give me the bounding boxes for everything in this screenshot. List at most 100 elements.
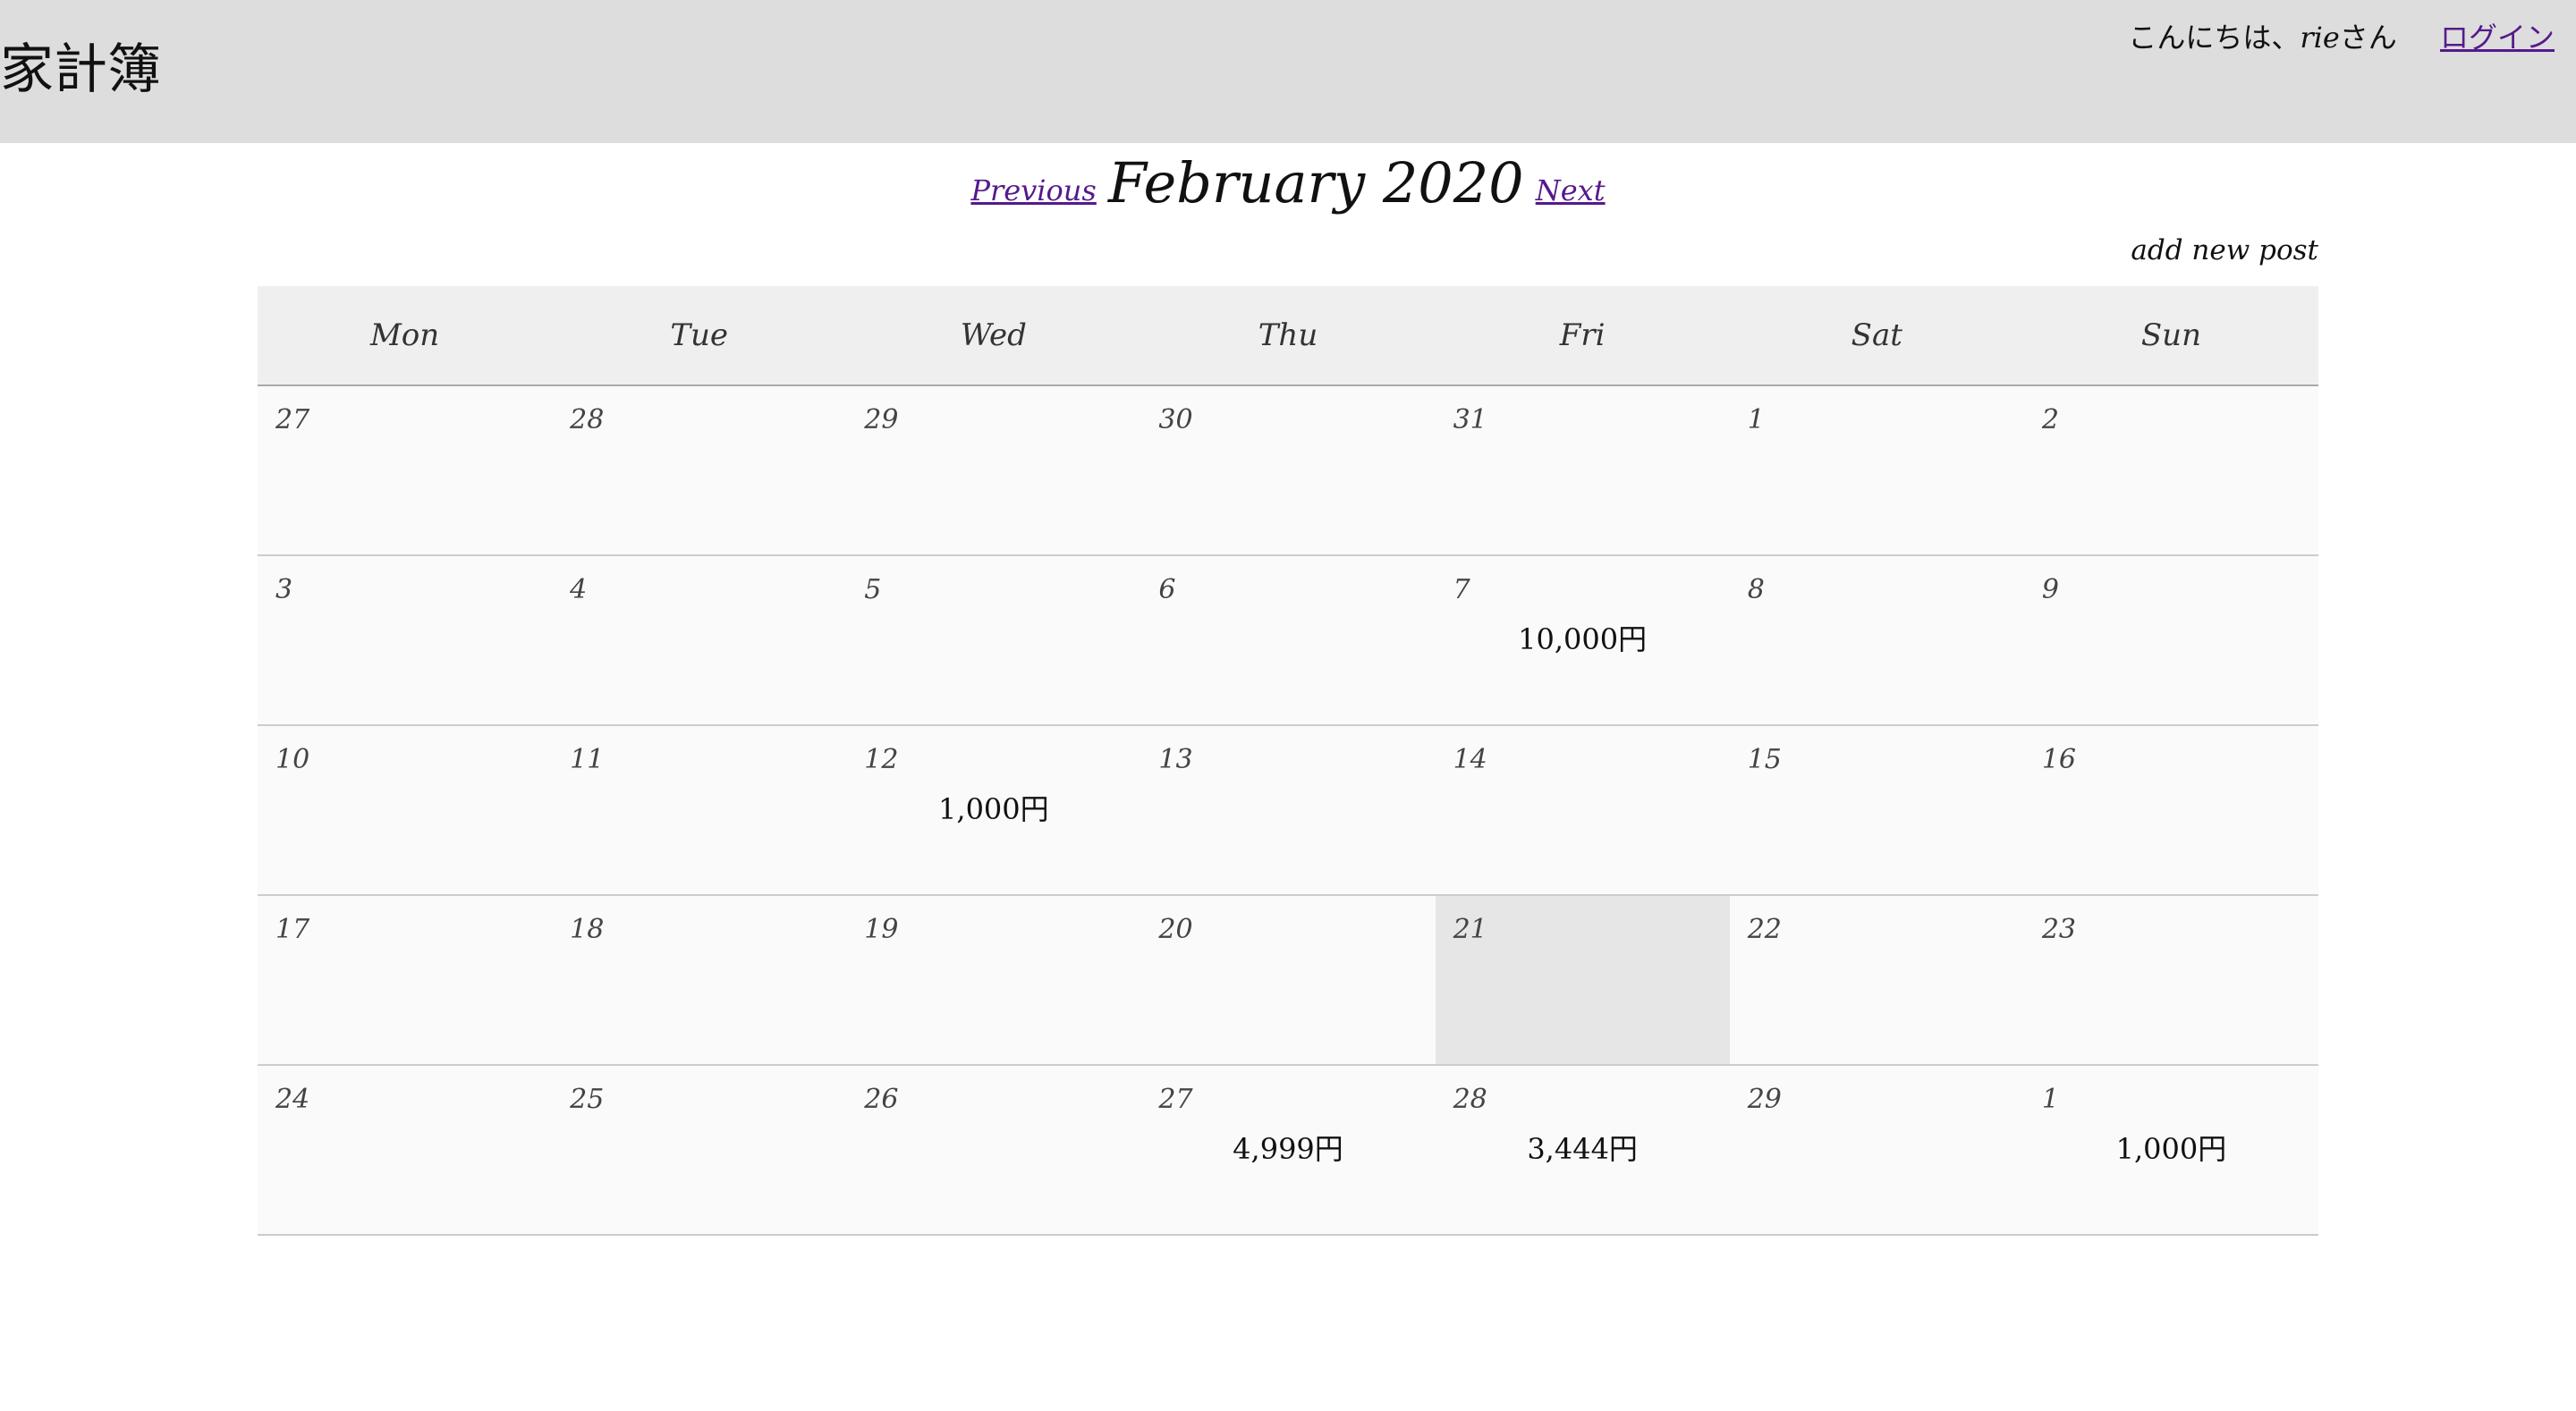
calendar-week-row: 27 28 29 30 31 1 2 (258, 385, 2318, 556)
day-number: 7 (1453, 574, 1470, 605)
day-number: 14 (1453, 744, 1487, 775)
day-number: 16 (2041, 744, 2077, 775)
day-number: 17 (275, 914, 310, 945)
calendar-day-cell[interactable]: 17 (258, 895, 553, 1066)
day-number: 18 (570, 914, 605, 945)
calendar-day-cell[interactable]: 7 10,000円 (1435, 555, 1730, 726)
calendar-week-row: 10 11 12 1,000円 13 14 15 16 (258, 725, 2318, 896)
day-number: 11 (570, 744, 605, 775)
login-link[interactable]: ログイン (2440, 21, 2555, 55)
calendar-day-cell[interactable]: 21 (1435, 895, 1730, 1066)
calendar-day-cell[interactable]: 25 (552, 1065, 847, 1236)
calendar-day-cell[interactable]: 29 (1729, 1065, 2024, 1236)
day-number: 12 (864, 744, 899, 775)
weekday-header: Fri (1435, 286, 1730, 386)
calendar-day-cell[interactable]: 29 (846, 385, 1141, 556)
header-bar: 家計簿 こんにちは、rieさん ログイン (0, 0, 2576, 143)
calendar-day-cell[interactable]: 11 (552, 725, 847, 896)
calendar-day-cell[interactable]: 23 (2023, 895, 2318, 1066)
day-number: 2 (2041, 404, 2059, 435)
day-number: 23 (2041, 914, 2077, 945)
previous-month-link[interactable]: Previous (970, 173, 1096, 207)
month-title: February 2020 (1107, 150, 1524, 215)
calendar-day-cell[interactable]: 30 (1140, 385, 1436, 556)
calendar-day-cell[interactable]: 1 (1729, 385, 2024, 556)
calendar-day-cell[interactable]: 20 (1140, 895, 1436, 1066)
calendar-day-cell[interactable]: 1 1,000円 (2023, 1065, 2318, 1236)
day-number: 19 (864, 914, 899, 945)
calendar-body: 27 28 29 30 31 1 2 3 4 5 6 7 10,000円 8 9 10 11 12 1,000円 13… (258, 385, 2318, 1236)
day-number: 30 (1158, 404, 1193, 435)
day-number: 27 (275, 404, 310, 435)
calendar-day-cell[interactable]: 27 4,999円 (1140, 1065, 1436, 1236)
month-navigation: Previous February 2020 Next (0, 150, 2576, 215)
calendar-day-cell[interactable]: 4 (552, 555, 847, 726)
day-number: 21 (1453, 914, 1487, 945)
day-number: 20 (1158, 914, 1193, 945)
weekday-header: Mon (258, 286, 553, 386)
user-area: こんにちは、rieさん ログイン (2128, 18, 2555, 57)
calendar-table: Mon Tue Wed Thu Fri Sat Sun 27 28 29 30 31 1 2… (258, 286, 2318, 1236)
calendar-day-cell[interactable]: 16 (2023, 725, 2318, 896)
weekday-header: Sat (1729, 286, 2024, 386)
day-amount[interactable]: 3,444円 (1436, 1127, 1730, 1168)
day-amount[interactable]: 10,000円 (1436, 617, 1730, 658)
calendar-day-cell[interactable]: 28 3,444円 (1435, 1065, 1730, 1236)
day-number: 4 (570, 574, 588, 605)
next-month-link[interactable]: Next (1536, 173, 1606, 207)
calendar-day-cell[interactable]: 6 (1140, 555, 1436, 726)
weekday-header: Thu (1140, 286, 1436, 386)
calendar-week-row: 3 4 5 6 7 10,000円 8 9 (258, 555, 2318, 726)
calendar-day-cell[interactable]: 31 (1435, 385, 1730, 556)
calendar-day-cell[interactable]: 2 (2023, 385, 2318, 556)
calendar-day-cell[interactable]: 15 (1729, 725, 2024, 896)
day-number: 10 (275, 744, 310, 775)
username: rie (2300, 21, 2340, 55)
calendar-day-cell[interactable]: 10 (258, 725, 553, 896)
day-number: 26 (864, 1084, 899, 1115)
calendar-day-cell[interactable]: 18 (552, 895, 847, 1066)
day-number: 5 (864, 574, 882, 605)
calendar-day-cell[interactable]: 8 (1729, 555, 2024, 726)
day-number: 6 (1158, 574, 1176, 605)
day-amount[interactable]: 4,999円 (1140, 1127, 1435, 1168)
greeting-suffix: さん (2339, 21, 2397, 55)
greeting-prefix: こんにちは、 (2128, 21, 2301, 55)
day-number: 29 (1747, 1084, 1782, 1115)
calendar-week-row: 24 25 26 27 4,999円 28 3,444円 29 1 1,000円 (258, 1065, 2318, 1236)
add-new-post-button[interactable]: add new post (2131, 234, 2318, 266)
day-number: 1 (2041, 1084, 2059, 1115)
day-amount[interactable]: 1,000円 (2024, 1127, 2318, 1168)
calendar-day-cell[interactable]: 13 (1140, 725, 1436, 896)
calendar-day-cell[interactable]: 24 (258, 1065, 553, 1236)
day-amount[interactable]: 1,000円 (846, 787, 1140, 828)
calendar-day-cell[interactable]: 14 (1435, 725, 1730, 896)
calendar-day-cell[interactable]: 5 (846, 555, 1141, 726)
day-number: 22 (1747, 914, 1782, 945)
day-number: 8 (1747, 574, 1765, 605)
calendar-day-cell[interactable]: 3 (258, 555, 553, 726)
calendar-day-cell[interactable]: 9 (2023, 555, 2318, 726)
weekday-header-row: Mon Tue Wed Thu Fri Sat Sun (258, 286, 2318, 386)
calendar-day-cell[interactable]: 26 (846, 1065, 1141, 1236)
day-number: 9 (2041, 574, 2059, 605)
calendar-day-cell[interactable]: 28 (552, 385, 847, 556)
calendar-day-cell[interactable]: 12 1,000円 (846, 725, 1141, 896)
day-number: 13 (1158, 744, 1193, 775)
day-number: 15 (1747, 744, 1782, 775)
calendar-week-row: 17 18 19 20 21 22 23 (258, 895, 2318, 1066)
weekday-header: Wed (846, 286, 1141, 386)
day-number: 31 (1453, 404, 1487, 435)
calendar-day-cell[interactable]: 22 (1729, 895, 2024, 1066)
day-number: 28 (1453, 1084, 1487, 1115)
site-title: 家計簿 (0, 38, 161, 101)
day-number: 28 (570, 404, 605, 435)
day-number: 29 (864, 404, 899, 435)
day-number: 1 (1747, 404, 1765, 435)
calendar-day-cell[interactable]: 27 (258, 385, 553, 556)
calendar-day-cell[interactable]: 19 (846, 895, 1141, 1066)
day-number: 27 (1158, 1084, 1193, 1115)
day-number: 3 (275, 574, 293, 605)
day-number: 25 (570, 1084, 605, 1115)
weekday-header: Sun (2023, 286, 2318, 386)
